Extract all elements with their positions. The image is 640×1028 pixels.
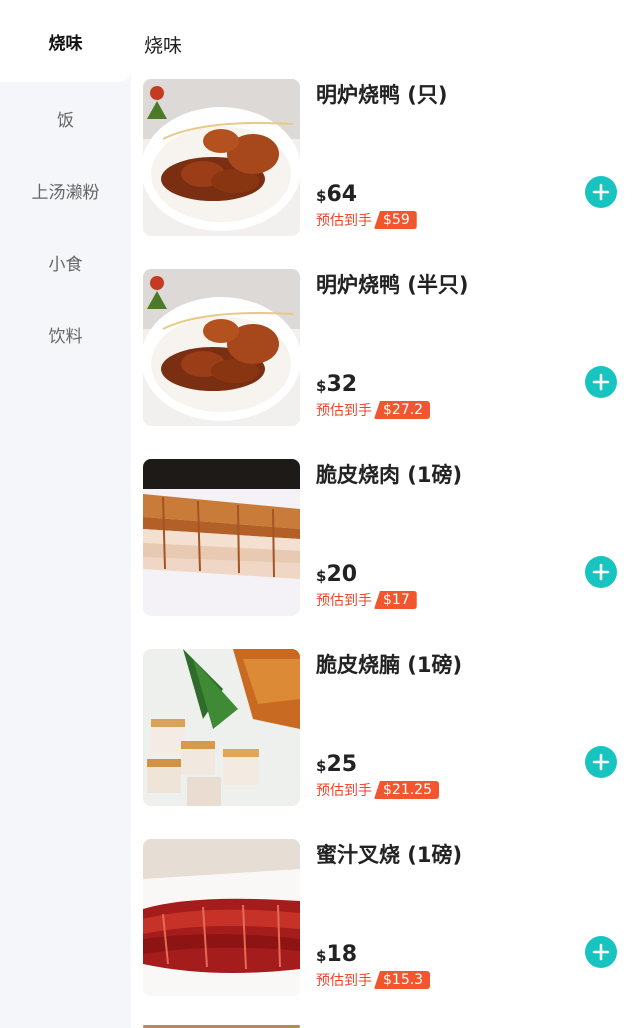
plus-icon bbox=[592, 563, 610, 581]
currency-symbol: $ bbox=[316, 187, 327, 205]
plus-icon bbox=[592, 373, 610, 391]
add-to-cart-button[interactable] bbox=[585, 176, 617, 208]
item-price: $25 bbox=[316, 752, 357, 777]
est-label: 预估到手 bbox=[316, 403, 372, 419]
price-amount: 32 bbox=[326, 372, 358, 397]
char-siu-image bbox=[143, 839, 300, 996]
roast-pork-image bbox=[143, 459, 300, 616]
add-to-cart-button[interactable] bbox=[585, 746, 617, 778]
est-price-badge: $21.25 bbox=[374, 781, 439, 799]
menu-item[interactable]: 明炉烧鸭 (半只) $32 预估到手 $27.2 bbox=[143, 269, 633, 429]
currency-symbol: $ bbox=[316, 567, 327, 585]
est-label: 预估到手 bbox=[316, 783, 372, 799]
menu-item[interactable]: 蜜汁叉烧 (1磅) $18 预估到手 $15.3 bbox=[143, 839, 633, 999]
est-price-badge: $27.2 bbox=[374, 401, 431, 419]
sidebar-item-label: 烧味 bbox=[48, 33, 83, 54]
category-sidebar: 烧味 饭 上汤濑粉 小食 饮料 bbox=[0, 0, 131, 1028]
estimated-price: 预估到手 $59 bbox=[316, 210, 417, 230]
est-label: 预估到手 bbox=[316, 593, 372, 609]
sidebar-item-label: 小食 bbox=[48, 254, 83, 275]
est-price-badge: $15.3 bbox=[374, 971, 431, 989]
currency-symbol: $ bbox=[316, 377, 327, 395]
roast-duck-image bbox=[143, 269, 300, 426]
est-label: 预估到手 bbox=[316, 973, 372, 989]
estimated-price: 预估到手 $17 bbox=[316, 590, 417, 610]
sidebar-item-roast-meat[interactable]: 烧味 bbox=[0, 0, 131, 82]
currency-symbol: $ bbox=[316, 757, 327, 775]
menu-item[interactable]: 脆皮烧腩 (1磅) $25 预估到手 $21.25 bbox=[143, 649, 633, 809]
sidebar-item-rice[interactable]: 饭 bbox=[0, 82, 131, 154]
add-to-cart-button[interactable] bbox=[585, 366, 617, 398]
sidebar-item-drinks[interactable]: 饮料 bbox=[0, 298, 131, 370]
item-name: 明炉烧鸭 (只) bbox=[316, 83, 448, 107]
item-name: 明炉烧鸭 (半只) bbox=[316, 273, 469, 297]
sidebar-item-label: 上汤濑粉 bbox=[31, 182, 100, 203]
est-price-badge: $59 bbox=[374, 211, 417, 229]
sidebar-item-soup-noodles[interactable]: 上汤濑粉 bbox=[0, 154, 131, 226]
plus-icon bbox=[592, 943, 610, 961]
plus-icon bbox=[592, 183, 610, 201]
section-title: 烧味 bbox=[144, 35, 183, 57]
menu-list: 烧味 明炉烧鸭 (只) $64 预估到手 $59 明炉烧鸭 (半只) $32 预… bbox=[131, 0, 640, 1028]
item-price: $18 bbox=[316, 942, 357, 967]
price-amount: 25 bbox=[326, 752, 358, 777]
estimated-price: 预估到手 $27.2 bbox=[316, 400, 431, 420]
menu-item[interactable]: 脆皮烧肉 (1磅) $20 预估到手 $17 bbox=[143, 459, 633, 619]
item-name: 脆皮烧腩 (1磅) bbox=[316, 653, 463, 677]
roast-duck-image bbox=[143, 79, 300, 236]
item-name: 脆皮烧肉 (1磅) bbox=[316, 463, 463, 487]
add-to-cart-button[interactable] bbox=[585, 936, 617, 968]
roast-pork-belly-image bbox=[143, 649, 300, 806]
menu-item[interactable]: 明炉烧鸭 (只) $64 预估到手 $59 bbox=[143, 79, 633, 239]
item-price: $64 bbox=[316, 182, 357, 207]
sidebar-item-snacks[interactable]: 小食 bbox=[0, 226, 131, 298]
item-name: 蜜汁叉烧 (1磅) bbox=[316, 843, 463, 867]
add-to-cart-button[interactable] bbox=[585, 556, 617, 588]
price-amount: 20 bbox=[326, 562, 358, 587]
price-amount: 64 bbox=[326, 182, 358, 207]
price-amount: 18 bbox=[326, 942, 358, 967]
item-price: $32 bbox=[316, 372, 357, 397]
sidebar-item-label: 饭 bbox=[57, 110, 74, 131]
item-price: $20 bbox=[316, 562, 357, 587]
currency-symbol: $ bbox=[316, 947, 327, 965]
estimated-price: 预估到手 $21.25 bbox=[316, 780, 439, 800]
sidebar-item-label: 饮料 bbox=[48, 326, 83, 347]
est-label: 预估到手 bbox=[316, 213, 372, 229]
est-price-badge: $17 bbox=[374, 591, 417, 609]
plus-icon bbox=[592, 753, 610, 771]
estimated-price: 预估到手 $15.3 bbox=[316, 970, 431, 990]
